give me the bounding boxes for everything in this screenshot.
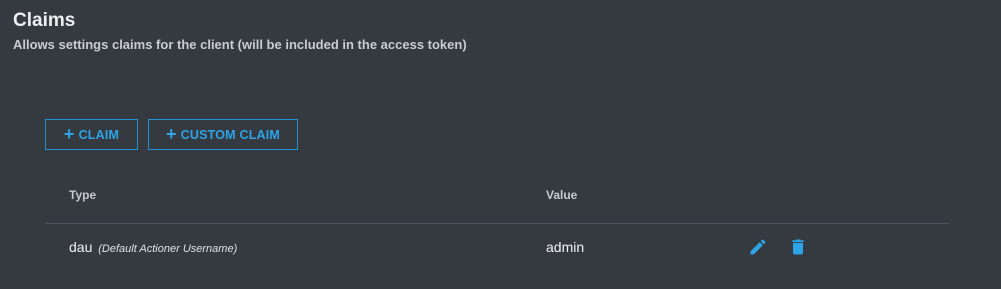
add-custom-claim-button[interactable]: + CUSTOM CLAIM xyxy=(148,119,298,150)
section-title: Claims xyxy=(13,10,76,31)
add-claim-label: CLAIM xyxy=(78,127,120,142)
claims-panel: Claims Allows settings claims for the cl… xyxy=(0,0,1001,289)
trash-icon[interactable] xyxy=(788,237,808,257)
claim-type-cell: dau (Default Actioner Username) xyxy=(69,239,237,255)
add-custom-claim-label: CUSTOM CLAIM xyxy=(180,127,281,142)
claim-value: admin xyxy=(546,239,585,255)
claim-type: dau xyxy=(69,239,93,255)
plus-icon: + xyxy=(165,123,177,144)
plus-icon: + xyxy=(63,123,75,144)
table-row: dau (Default Actioner Username) admin xyxy=(0,224,1001,270)
section-subtitle: Allows settings claims for the client (w… xyxy=(13,37,467,52)
claim-type-description: (Default Actioner Username) xyxy=(98,243,238,255)
add-claim-button[interactable]: + CLAIM xyxy=(45,119,138,150)
column-header-type: Type xyxy=(69,188,97,202)
column-header-value: Value xyxy=(546,188,578,202)
pencil-icon[interactable] xyxy=(748,237,768,257)
